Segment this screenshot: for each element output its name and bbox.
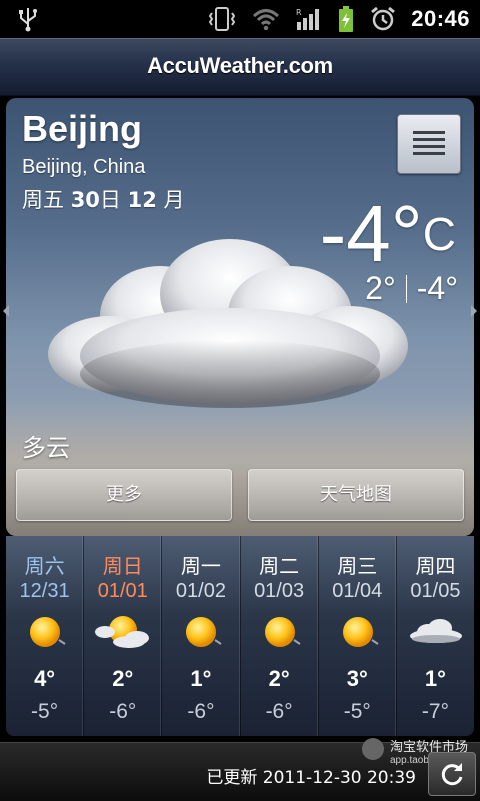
forecast-high: 1°	[424, 666, 446, 691]
brand-logo: AccuWeather.com	[147, 53, 333, 78]
forecast-day-name: 周二	[259, 554, 300, 578]
forecast-low: -5°	[31, 700, 59, 723]
usb-icon	[19, 8, 37, 32]
previous-city-arrow[interactable]	[3, 305, 9, 317]
forecast-low: -7°	[421, 700, 449, 723]
city-name: Beijing	[22, 108, 143, 149]
forecast-high: 2°	[112, 666, 134, 691]
app-header: AccuWeather.com	[0, 38, 480, 96]
forecast-low: -6°	[187, 700, 215, 723]
forecast-date: 01/04	[332, 580, 383, 602]
menu-icon	[413, 131, 445, 155]
partly-cloudy-icon	[93, 610, 153, 654]
signal-icon: R	[296, 8, 320, 30]
battery-charging-icon	[339, 6, 354, 32]
forecast-low: -5°	[343, 700, 371, 723]
low-temp: -4°	[416, 270, 458, 306]
weather-map-button[interactable]: 天气地图	[248, 469, 464, 521]
next-city-arrow[interactable]	[471, 305, 477, 317]
refresh-icon	[441, 763, 463, 786]
forecast-day[interactable]: 周二 01/03 2° -6°	[241, 536, 319, 736]
more-button[interactable]: 更多	[16, 469, 232, 521]
forecast-day-name: 周一	[180, 554, 221, 578]
forecast-date: 12/31	[19, 580, 70, 602]
forecast-day-name: 周三	[337, 554, 378, 578]
forecast-high: 3°	[346, 666, 368, 691]
forecast-high: 2°	[268, 666, 290, 691]
forecast-high: 4°	[34, 666, 56, 691]
sunny-icon	[15, 610, 75, 654]
forecast-low: -6°	[109, 700, 137, 723]
refresh-button[interactable]	[428, 752, 476, 796]
forecast-day-name: 周日	[102, 554, 143, 578]
wifi-icon	[253, 9, 280, 31]
forecast-day[interactable]: 周一 01/02 1° -6°	[162, 536, 241, 736]
forecast-day[interactable]: 周四 01/05 1° -7°	[397, 536, 474, 736]
forecast-high: 1°	[190, 666, 212, 691]
forecast-date: 01/03	[254, 580, 305, 602]
current-date: 周五 30日 12 月	[22, 188, 185, 212]
forecast-day-name: 周六	[24, 554, 65, 578]
forecast-day[interactable]: 周六 12/31 4° -5°	[6, 536, 85, 736]
forecast-date: 01/01	[97, 580, 148, 602]
clock-time: 20:46	[411, 6, 470, 31]
svg-text:R: R	[296, 8, 302, 17]
forecast-day[interactable]: 周日 01/01 2° -6°	[84, 536, 163, 736]
forecast-low: -6°	[265, 700, 293, 723]
current-weather-card: Beijing Beijing, China 周五 30日 12 月 -4°C …	[6, 98, 474, 536]
sunny-icon	[250, 610, 310, 654]
status-bar: R 20:46	[0, 0, 480, 38]
forecast-date: 01/05	[410, 580, 461, 602]
sunny-icon	[171, 610, 231, 654]
forecast-strip: 周六 12/31 4° -5° 周日 01/01 2° -6° 周一 01/02 1° -6° 周二 01…	[6, 536, 474, 736]
cloudy-icon	[406, 610, 466, 654]
weather-condition: 多云	[22, 434, 70, 462]
forecast-date: 01/02	[175, 580, 226, 602]
forecast-day-name: 周四	[415, 554, 456, 578]
menu-button[interactable]	[397, 114, 461, 174]
taobao-icon	[362, 738, 384, 760]
cloud-icon	[48, 239, 408, 408]
region-name: Beijing, China	[22, 156, 146, 178]
vibrate-icon	[209, 7, 236, 31]
forecast-day[interactable]: 周三 01/04 3° -5°	[319, 536, 397, 736]
alarm-icon	[371, 6, 396, 31]
sunny-icon	[328, 610, 388, 654]
